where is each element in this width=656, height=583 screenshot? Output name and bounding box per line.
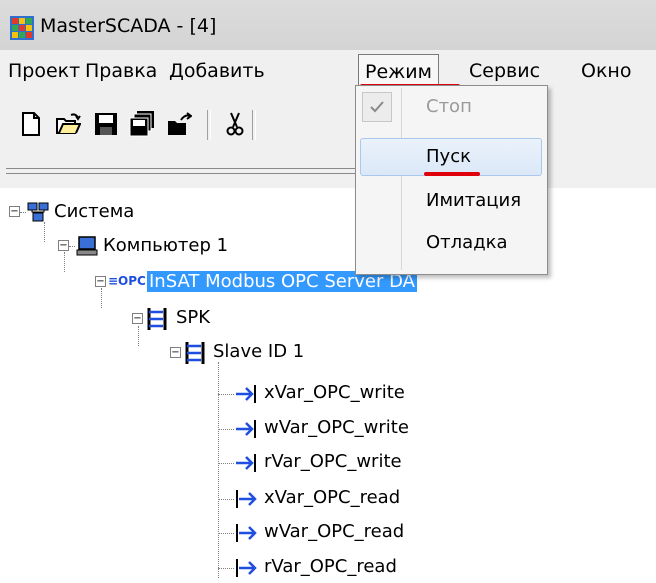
tree-node-variable[interactable]: xVar_OPC_write: [264, 382, 405, 403]
tree-line: [218, 463, 234, 464]
tree-line: [218, 533, 234, 534]
title-bar: MasterSCADA - [4]: [0, 0, 656, 50]
window-title: MasterSCADA - [4]: [40, 15, 217, 37]
tree-line: [218, 568, 234, 569]
upload-icon[interactable]: [166, 111, 192, 137]
collapse-toggle[interactable]: −: [95, 276, 106, 287]
toolbar-separator: [207, 110, 211, 140]
menu-item-simulation[interactable]: Имитация: [426, 190, 521, 211]
tree-line: [138, 326, 139, 346]
read-variable-icon: [236, 490, 257, 508]
object-tree: − Система − Компьютер 1 − ≡OPC InSAT Mod…: [0, 188, 656, 583]
save-all-icon[interactable]: [129, 111, 155, 137]
menu-gutter: [401, 88, 402, 270]
read-variable-icon: [236, 524, 257, 542]
tree-node-system[interactable]: Система: [54, 201, 134, 222]
tree-line: [101, 288, 102, 308]
collapse-toggle[interactable]: −: [9, 206, 20, 217]
device-group-icon: [185, 342, 205, 364]
tree-line: [64, 252, 65, 272]
menu-item-start[interactable]: Пуск: [426, 146, 471, 167]
menu-project[interactable]: Проект: [8, 60, 80, 82]
opc-icon: ≡OPC: [108, 274, 146, 288]
save-icon[interactable]: [93, 111, 119, 137]
toolbar-separator: [252, 110, 256, 140]
tree-line: [218, 499, 234, 500]
menu-service[interactable]: Сервис: [469, 60, 540, 82]
menu-item-stop[interactable]: Стоп: [426, 96, 472, 117]
collapse-toggle[interactable]: −: [132, 313, 143, 324]
write-variable-icon: [236, 385, 256, 403]
write-variable-icon: [236, 420, 256, 438]
menu-add[interactable]: Добавить: [169, 60, 265, 82]
app-logo-icon: [10, 16, 34, 40]
collapse-toggle[interactable]: −: [170, 347, 181, 358]
toolbar: [0, 96, 656, 156]
menu-edit[interactable]: Правка: [85, 60, 157, 82]
tree-node-variable[interactable]: xVar_OPC_read: [264, 487, 400, 508]
tree-node-variable[interactable]: rVar_OPC_read: [264, 556, 397, 577]
menu-bar: Проект Правка Добавить Режим Сервис Окно: [0, 50, 656, 96]
tree-node-spk[interactable]: SPK: [176, 307, 210, 328]
checkmark-icon: [370, 101, 384, 113]
tree-line: [218, 394, 234, 395]
open-folder-icon[interactable]: [55, 111, 81, 137]
toolbar-strip: [0, 156, 656, 188]
read-variable-icon: [236, 559, 257, 577]
system-network-icon: [27, 202, 49, 222]
tree-node-variable[interactable]: wVar_OPC_read: [264, 521, 404, 542]
divider: [6, 168, 356, 169]
tree-line: [69, 246, 75, 247]
cut-icon[interactable]: [222, 111, 248, 137]
computer-icon: [76, 236, 98, 256]
tree-line: [44, 222, 45, 242]
checked-indicator: [362, 92, 392, 122]
tree-node-slave-id[interactable]: Slave ID 1: [213, 341, 304, 362]
menu-item-debug[interactable]: Отладка: [426, 232, 508, 253]
tree-line: [218, 429, 234, 430]
annotation-underline-start: [424, 172, 480, 176]
tree-line: [20, 212, 26, 213]
tree-node-variable[interactable]: wVar_OPC_write: [264, 417, 409, 438]
tree-node-computer[interactable]: Компьютер 1: [103, 235, 228, 256]
mode-dropdown-menu: Стоп Пуск Имитация Отладка: [355, 85, 548, 275]
device-group-icon: [147, 308, 167, 330]
new-file-icon[interactable]: [18, 111, 44, 137]
write-variable-icon: [236, 454, 256, 472]
tree-node-variable[interactable]: rVar_OPC_write: [264, 451, 402, 472]
divider: [6, 173, 356, 174]
collapse-toggle[interactable]: −: [58, 240, 69, 251]
menu-window[interactable]: Окно: [581, 60, 631, 82]
